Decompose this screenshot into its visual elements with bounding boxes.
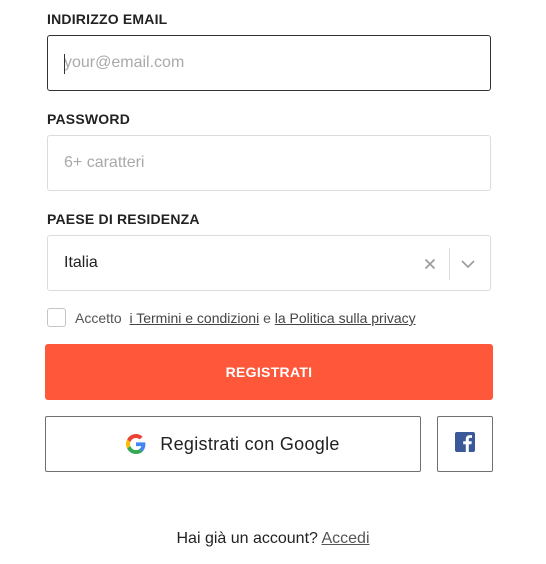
text-caret — [64, 54, 65, 74]
terms-text: Accetto i Termini e condizioni e la Poli… — [75, 310, 416, 326]
password-label: PASSWORD — [47, 111, 131, 127]
chevron-down-icon[interactable] — [458, 254, 478, 274]
terms-checkbox[interactable] — [47, 308, 66, 327]
terms-connector: e — [263, 310, 271, 326]
register-button[interactable]: REGISTRATI — [45, 344, 493, 400]
email-input[interactable] — [64, 36, 474, 90]
login-prompt: Hai già un account? Accedi — [0, 530, 546, 548]
terms-prefix: Accetto — [75, 310, 122, 326]
password-field-wrapper[interactable] — [47, 135, 491, 191]
password-input[interactable] — [64, 136, 474, 190]
login-prompt-text: Hai già un account? — [176, 530, 318, 547]
country-selected-value: Italia — [64, 254, 98, 271]
terms-link[interactable]: i Termini e condizioni — [129, 310, 259, 326]
email-label: INDIRIZZO EMAIL — [47, 11, 168, 27]
privacy-link[interactable]: la Politica sulla privacy — [275, 310, 416, 326]
google-button-label: Registrati con Google — [160, 433, 340, 454]
google-signup-button[interactable]: Registrati con Google — [45, 416, 421, 472]
facebook-icon — [455, 431, 475, 457]
facebook-signup-button[interactable] — [437, 416, 493, 472]
country-select[interactable]: Italia — [47, 235, 491, 291]
email-field-wrapper[interactable] — [47, 35, 491, 91]
google-icon — [126, 434, 146, 454]
login-link[interactable]: Accedi — [321, 530, 369, 547]
select-divider — [449, 248, 450, 280]
close-icon[interactable] — [420, 254, 440, 274]
country-label: PAESE DI RESIDENZA — [47, 211, 200, 227]
